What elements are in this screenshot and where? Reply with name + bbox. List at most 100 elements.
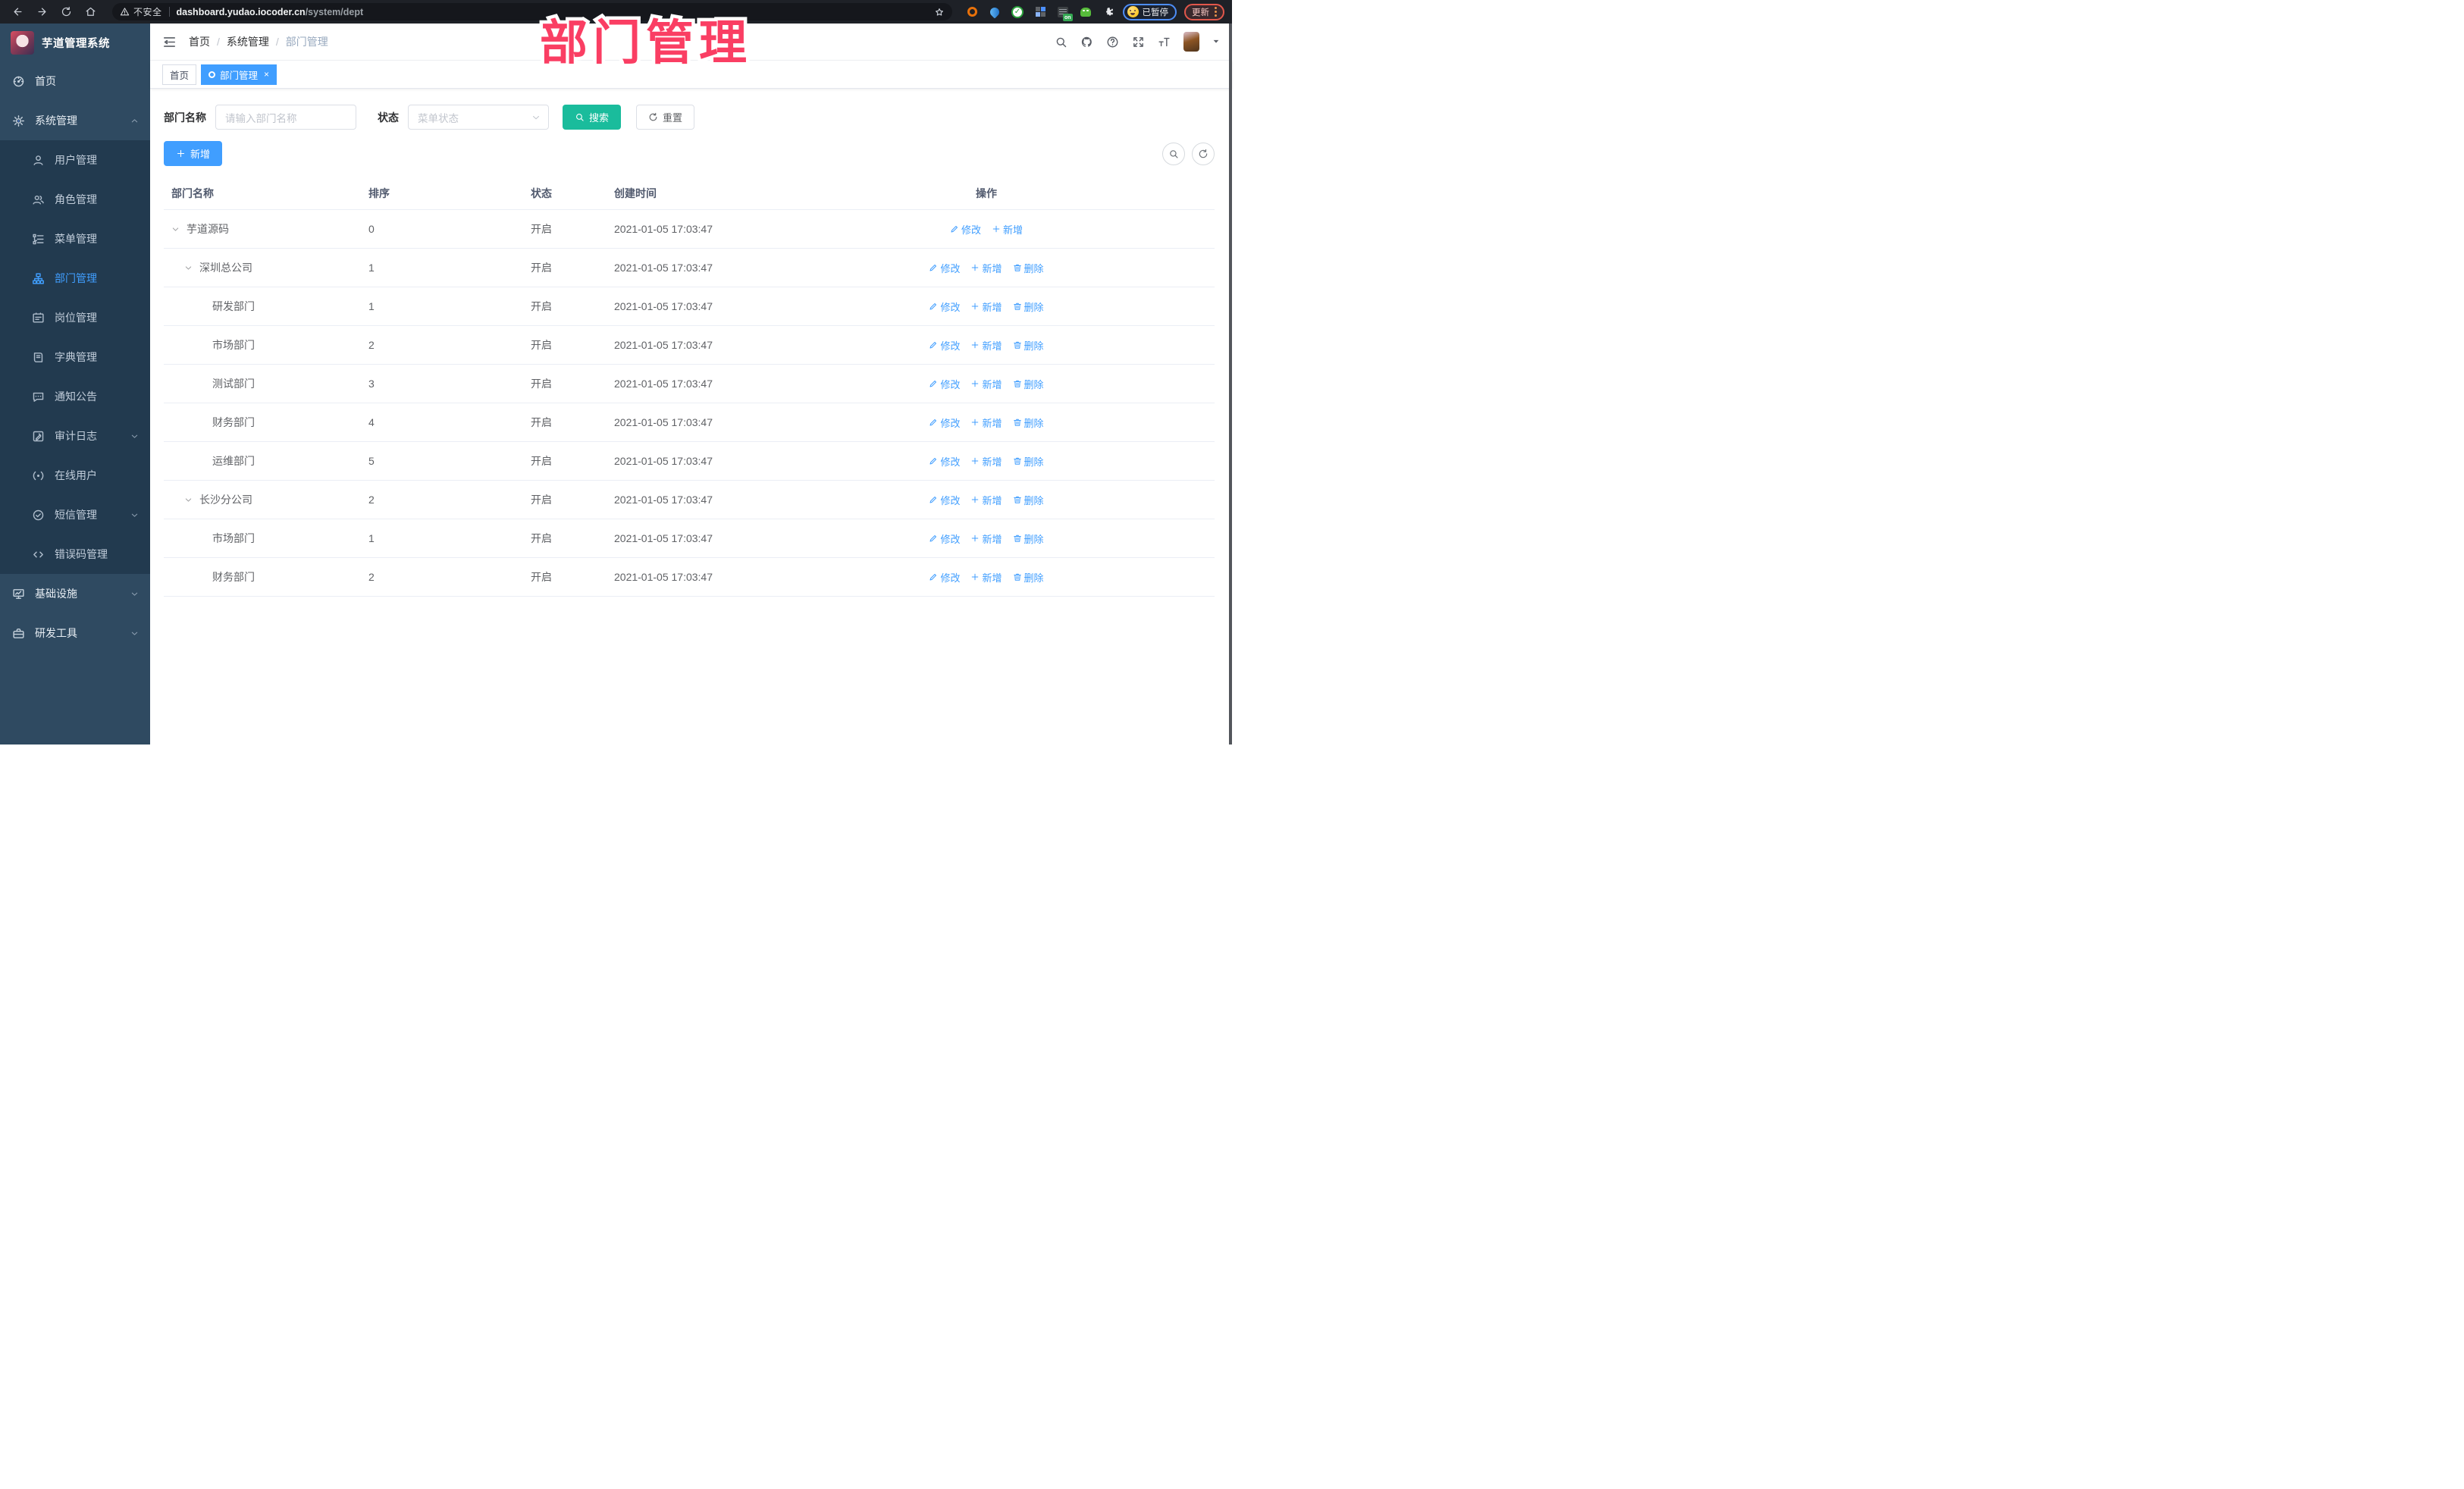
- sidebar-item-13[interactable]: 基础设施: [0, 574, 150, 613]
- cell-dept-name: 财务部门: [164, 403, 361, 442]
- edit-action-link[interactable]: 修改: [929, 531, 960, 546]
- sidebar-item-11[interactable]: 短信管理: [0, 495, 150, 534]
- fullscreen-icon[interactable]: [1132, 36, 1145, 49]
- sidebar-item-5[interactable]: 部门管理: [0, 259, 150, 298]
- orange-ring-extension-icon[interactable]: [966, 5, 979, 18]
- add-action-link[interactable]: 新增: [970, 377, 1002, 391]
- sidebar-item-6[interactable]: 岗位管理: [0, 298, 150, 337]
- delete-action-link[interactable]: 删除: [1013, 338, 1044, 353]
- status-select[interactable]: 菜单状态: [408, 105, 549, 130]
- tag-dot: [208, 71, 216, 78]
- add-action-link[interactable]: 新增: [970, 261, 1002, 275]
- tag-0[interactable]: 首页: [162, 64, 197, 85]
- expand-arrow-icon[interactable]: [184, 496, 199, 504]
- delete-action-link[interactable]: 删除: [1013, 377, 1044, 391]
- add-action-link[interactable]: 新增: [992, 222, 1023, 237]
- github-icon[interactable]: [1080, 36, 1093, 49]
- green-check-extension-icon[interactable]: ✓: [1011, 5, 1024, 18]
- delete-action-link[interactable]: 删除: [1013, 454, 1044, 469]
- header-search-icon[interactable]: [1055, 36, 1067, 49]
- refresh-table-button[interactable]: [1192, 142, 1215, 165]
- sidebar-item-10[interactable]: 在线用户: [0, 456, 150, 495]
- add-action-link[interactable]: 新增: [970, 338, 1002, 353]
- sidebar-item-0[interactable]: 首页: [0, 61, 150, 101]
- search-button[interactable]: 搜索: [563, 105, 622, 130]
- breadcrumb-item-1[interactable]: 系统管理: [227, 34, 269, 49]
- tag-close-icon[interactable]: ×: [264, 70, 269, 79]
- sidebar-item-12[interactable]: 错误码管理: [0, 534, 150, 574]
- edit-action-link[interactable]: 修改: [950, 222, 981, 237]
- avatar-caret-icon[interactable]: [1212, 38, 1220, 45]
- bookmark-star-icon[interactable]: [934, 7, 945, 17]
- address-bar[interactable]: 不安全 dashboard.yudao.iocoder.cn/system/de…: [112, 3, 952, 20]
- sidebar-item-8[interactable]: 通知公告: [0, 377, 150, 416]
- col-header-0: 部门名称: [164, 177, 361, 210]
- add-action-link[interactable]: 新增: [970, 531, 1002, 546]
- puzzle-extension-icon[interactable]: [1102, 5, 1115, 18]
- sidebar-item-7[interactable]: 字典管理: [0, 337, 150, 377]
- font-size-icon[interactable]: [1158, 36, 1171, 49]
- edit-action-link[interactable]: 修改: [929, 377, 960, 391]
- sidebar-item-label: 角色管理: [55, 193, 97, 205]
- browser-update-button[interactable]: 更新: [1184, 3, 1224, 20]
- tag-1[interactable]: 部门管理 ×: [201, 64, 277, 85]
- cell-create-time: 2021-01-05 17:03:47: [607, 519, 758, 558]
- sidebar-toggle-icon[interactable]: [162, 35, 177, 49]
- browser-reload-icon[interactable]: [56, 3, 76, 21]
- edit-action-link[interactable]: 修改: [929, 454, 960, 469]
- dept-name: 运维部门: [212, 455, 255, 467]
- dept-name-input[interactable]: 请输入部门名称: [215, 105, 356, 130]
- add-action-link[interactable]: 新增: [970, 415, 1002, 430]
- refresh-icon: [1198, 149, 1208, 159]
- grid-extension-icon[interactable]: [1034, 5, 1047, 18]
- add-action-link[interactable]: 新增: [970, 493, 1002, 507]
- delete-action-link[interactable]: 删除: [1013, 261, 1044, 275]
- browser-menu-icon[interactable]: [1215, 7, 1217, 17]
- sidebar-item-2[interactable]: 用户管理: [0, 140, 150, 180]
- add-icon: [970, 418, 980, 427]
- expand-arrow-icon[interactable]: [184, 264, 199, 272]
- sidebar-item-3[interactable]: 角色管理: [0, 180, 150, 219]
- delete-action-link[interactable]: 删除: [1013, 493, 1044, 507]
- cell-dept-name: 财务部门: [164, 557, 361, 597]
- edit-action-link[interactable]: 修改: [929, 570, 960, 585]
- breadcrumb-item-0[interactable]: 首页: [189, 34, 210, 49]
- adblock-extension-icon[interactable]: on: [1057, 5, 1073, 21]
- green-bot-extension-icon[interactable]: [1080, 5, 1092, 18]
- delete-action-link[interactable]: 删除: [1013, 570, 1044, 585]
- edit-action-link[interactable]: 修改: [929, 493, 960, 507]
- delete-action-link[interactable]: 删除: [1013, 299, 1044, 314]
- browser-back-icon[interactable]: [8, 3, 27, 21]
- delete-action-link[interactable]: 删除: [1013, 415, 1044, 430]
- sidebar-item-1[interactable]: 系统管理: [0, 101, 150, 140]
- help-icon[interactable]: [1106, 36, 1119, 49]
- browser-forward-icon[interactable]: [32, 3, 52, 21]
- edit-action-link[interactable]: 修改: [929, 261, 960, 275]
- page-scrollbar[interactable]: [1229, 24, 1232, 744]
- blue-pin-extension-icon[interactable]: [988, 5, 1002, 18]
- add-action-link[interactable]: 新增: [970, 299, 1002, 314]
- user-avatar[interactable]: [1183, 32, 1199, 52]
- add-action-link[interactable]: 新增: [970, 570, 1002, 585]
- sidebar-item-14[interactable]: 研发工具: [0, 613, 150, 653]
- toggle-search-button[interactable]: [1162, 142, 1185, 165]
- sidebar-item-9[interactable]: 审计日志: [0, 416, 150, 456]
- expand-arrow-icon[interactable]: [171, 225, 187, 234]
- table-toolbar: 新增: [164, 130, 1215, 166]
- browser-profile-button[interactable]: 已暂停: [1122, 3, 1177, 20]
- dept-name-label: 部门名称: [164, 111, 206, 124]
- add-icon: [970, 340, 980, 350]
- browser-home-icon[interactable]: [80, 3, 100, 21]
- dept-name: 深圳总公司: [199, 262, 252, 274]
- add-button[interactable]: 新增: [164, 141, 223, 166]
- edit-action-link[interactable]: 修改: [929, 299, 960, 314]
- sidebar-item-4[interactable]: 菜单管理: [0, 219, 150, 259]
- sidebar-logo-row[interactable]: 芋道管理系统: [0, 24, 150, 61]
- add-action-link[interactable]: 新增: [970, 454, 1002, 469]
- delete-action-link[interactable]: 删除: [1013, 531, 1044, 546]
- edit-action-link[interactable]: 修改: [929, 415, 960, 430]
- reset-button[interactable]: 重置: [636, 105, 695, 130]
- dept-table: 部门名称 排序 状态 创建时间 操作 芋道源码 0 开启 2021-01-05 17:03:4…: [164, 177, 1215, 597]
- search-icon: [575, 112, 585, 122]
- edit-action-link[interactable]: 修改: [929, 338, 960, 353]
